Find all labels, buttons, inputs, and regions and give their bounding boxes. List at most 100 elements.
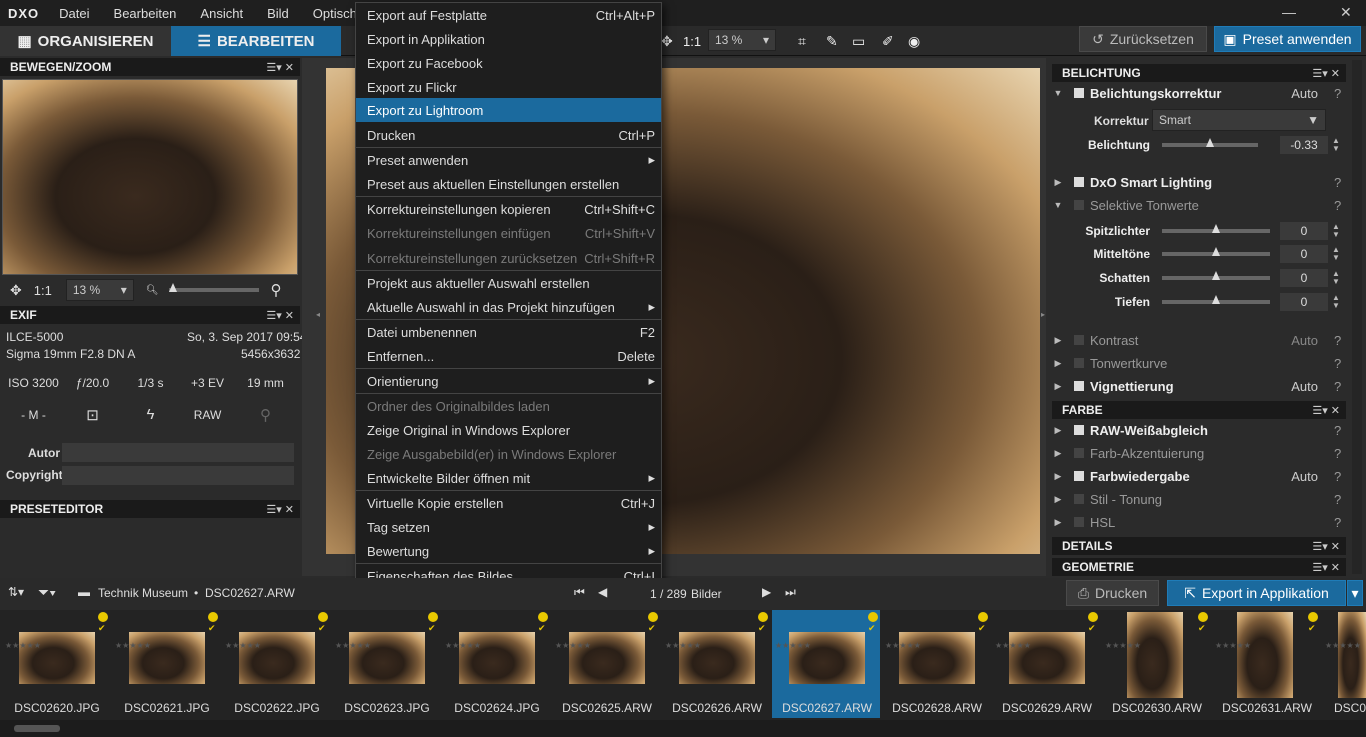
export-app-button[interactable]: ⇱ Export in Applikation — [1167, 580, 1346, 606]
zoom-in-icon[interactable]: ⚲ — [271, 281, 282, 299]
blacks-slider[interactable] — [1162, 295, 1270, 304]
rating-stars[interactable]: ★★★★★ — [665, 640, 701, 652]
menu-set-tag[interactable]: Tag setzen ▸ — [356, 515, 661, 539]
help-icon[interactable]: ? — [1334, 423, 1348, 438]
panel-controls[interactable]: ☰▾ ✕ — [1312, 561, 1340, 574]
sort-icon[interactable]: ⇅▾ — [8, 585, 24, 599]
menu-export-flickr[interactable]: Export zu Flickr — [356, 75, 661, 99]
section-exposure-correction[interactable]: ▼ Belichtungskorrektur Auto? — [1048, 82, 1348, 104]
menu-export-lightroom[interactable]: Export zu Lightroom — [356, 98, 661, 122]
panel-controls[interactable]: ☰▾ ✕ — [266, 309, 294, 322]
rating-stars[interactable]: ★★★★★ — [775, 640, 811, 652]
filter-icon[interactable]: ⏷▾ — [38, 584, 56, 601]
enable-checkbox[interactable] — [1074, 88, 1084, 98]
menu-bearbeiten[interactable]: Bearbeiten — [102, 6, 189, 21]
menu-show-original[interactable]: Zeige Original in Windows Explorer — [356, 418, 661, 442]
spinner-icon[interactable]: ▲ ▼ — [1332, 223, 1340, 239]
minimize-button[interactable]: — — [1282, 4, 1296, 20]
enable-checkbox[interactable] — [1074, 517, 1084, 527]
nav-ratio[interactable]: 1:1 — [34, 283, 52, 298]
section-color-rendering[interactable]: ▶ Farbwiedergabe Auto? — [1048, 465, 1348, 487]
film-item[interactable]: ✔ ★★★★★ DSC02624.JPG — [442, 610, 550, 718]
eye-icon[interactable]: ◉ — [908, 33, 920, 50]
panel-controls[interactable]: ☰▾ ✕ — [1312, 67, 1340, 80]
menu-paste-corrections[interactable]: Korrektureinstellungen einfügen Ctrl+Shif… — [356, 221, 661, 245]
first-image-icon[interactable]: ⏮ — [574, 585, 585, 600]
section-hsl[interactable]: ▶ HSL? — [1048, 511, 1348, 533]
enable-checkbox[interactable] — [1074, 494, 1084, 504]
export-dropdown[interactable]: ▾ — [1347, 580, 1363, 606]
menu-reset-corrections[interactable]: Korrektureinstellungen zurücksetzen Ctrl+… — [356, 246, 661, 270]
rating-stars[interactable]: ★★★★★ — [5, 640, 41, 652]
help-icon[interactable]: ? — [1334, 469, 1348, 484]
help-icon[interactable]: ? — [1334, 356, 1348, 371]
menu-virtual-copy[interactable]: Virtuelle Kopie erstellen Ctrl+J — [356, 491, 661, 515]
blacks-value[interactable]: 0 — [1280, 293, 1328, 311]
print-button[interactable]: ⎙ Drucken — [1066, 580, 1159, 606]
menu-orientation[interactable]: Orientierung ▸ — [356, 369, 661, 393]
film-item[interactable]: ✔ ★★★★★ DSC02622.JPG — [222, 610, 330, 718]
help-icon[interactable]: ? — [1334, 175, 1348, 190]
horizon-icon[interactable]: ▭ — [852, 33, 865, 50]
section-contrast[interactable]: ▶ Kontrast Auto? — [1048, 329, 1348, 351]
author-field[interactable] — [62, 443, 294, 462]
right-scrollbar[interactable] — [1352, 60, 1362, 574]
rating-stars[interactable]: ★★★★★ — [1215, 640, 1251, 652]
belichtung-slider[interactable] — [1162, 138, 1258, 147]
section-tone-curve[interactable]: ▶ Tonwertkurve? — [1048, 352, 1348, 374]
section-color-accent[interactable]: ▶ Farb-Akzentuierung? — [1048, 442, 1348, 464]
auto-button[interactable]: Auto — [1291, 333, 1318, 348]
help-icon[interactable]: ? — [1334, 333, 1348, 348]
help-icon[interactable]: ? — [1334, 379, 1348, 394]
midtones-value[interactable]: 0 — [1280, 245, 1328, 263]
film-item[interactable]: ★★★★★ DSC0 — [1322, 610, 1366, 718]
zoom-out-icon[interactable]: 🔍︎ — [146, 285, 159, 296]
menu-remove[interactable]: Entfernen... Delete — [356, 344, 661, 368]
collapse-left-icon[interactable]: ◂ — [316, 310, 320, 319]
rating-stars[interactable]: ★★★★★ — [1105, 640, 1141, 652]
auto-button[interactable]: Auto — [1291, 469, 1318, 484]
tab-organize[interactable]: ▦ ORGANISIEREN — [0, 26, 171, 56]
enable-checkbox[interactable] — [1074, 471, 1084, 481]
menu-show-output[interactable]: Zeige Ausgabebild(er) in Windows Explore… — [356, 442, 661, 466]
menu-load-folder[interactable]: Ordner des Originalbildes laden — [356, 394, 661, 418]
section-selective-tones[interactable]: ▼ Selektive Tonwerte? — [1048, 194, 1348, 216]
midtones-slider[interactable] — [1162, 247, 1270, 256]
highlights-slider[interactable] — [1162, 224, 1270, 233]
panel-controls[interactable]: ☰▾ ✕ — [266, 503, 294, 516]
last-image-icon[interactable]: ⏭ — [785, 585, 796, 600]
menu-apply-preset[interactable]: Preset anwenden ▸ — [356, 148, 661, 172]
auto-button[interactable]: Auto — [1291, 86, 1318, 101]
close-window-button[interactable]: ✕ — [1340, 4, 1352, 21]
spinner-icon[interactable]: ▲ ▼ — [1332, 294, 1340, 310]
menu-ansicht[interactable]: Ansicht — [188, 6, 255, 21]
rating-stars[interactable]: ★★★★★ — [885, 640, 921, 652]
enable-checkbox[interactable] — [1074, 425, 1084, 435]
filmstrip-scrollbar[interactable] — [0, 720, 1366, 737]
rating-stars[interactable]: ★★★★★ — [995, 640, 1031, 652]
film-item[interactable]: ✔ ★★★★★ DSC02630.ARW — [1102, 610, 1210, 718]
menu-create-project[interactable]: Projekt aus aktueller Auswahl erstellen — [356, 271, 661, 295]
scrollbar-thumb[interactable] — [14, 725, 60, 732]
shadows-value[interactable]: 0 — [1280, 269, 1328, 287]
belichtung-value[interactable]: -0.33 — [1280, 136, 1328, 154]
menu-rename[interactable]: Datei umbenennen F2 — [356, 320, 661, 344]
help-icon[interactable]: ? — [1334, 492, 1348, 507]
ratio-button[interactable]: 1:1 — [683, 34, 701, 49]
menu-export-disk[interactable]: Export auf Festplatte Ctrl+Alt+P — [356, 3, 661, 27]
collapse-right-icon[interactable]: ▸ — [1041, 310, 1045, 319]
enable-checkbox[interactable] — [1074, 335, 1084, 345]
enable-checkbox[interactable] — [1074, 358, 1084, 368]
enable-checkbox[interactable] — [1074, 177, 1084, 187]
next-image-icon[interactable]: ▶ — [762, 585, 771, 599]
menu-open-developed-with[interactable]: Entwickelte Bilder öffnen mit ▸ — [356, 466, 661, 490]
menu-print[interactable]: Drucken Ctrl+P — [356, 123, 661, 147]
auto-button[interactable]: Auto — [1291, 379, 1318, 394]
rating-stars[interactable]: ★★★★★ — [555, 640, 591, 652]
tab-edit[interactable]: ☰ BEARBEITEN — [171, 26, 341, 56]
eyedropper-icon[interactable]: ✎ — [826, 33, 838, 50]
film-item[interactable]: ✔ ★★★★★ DSC02621.JPG — [112, 610, 220, 718]
menu-add-to-project[interactable]: Aktuelle Auswahl in das Projekt hinzufüg… — [356, 295, 661, 319]
film-item[interactable]: ✔ ★★★★★ DSC02623.JPG — [332, 610, 440, 718]
help-icon[interactable]: ? — [1334, 198, 1348, 213]
